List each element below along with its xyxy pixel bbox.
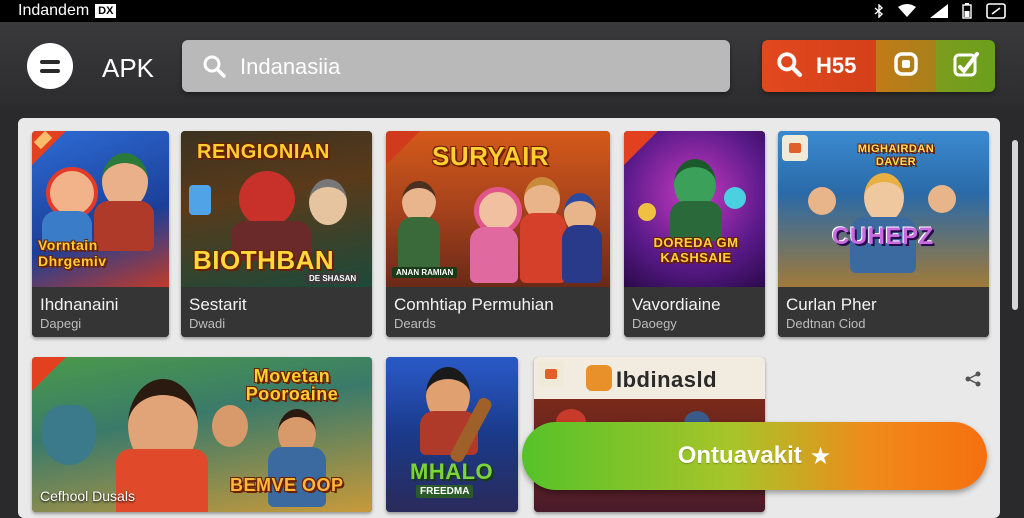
bluetooth-icon bbox=[874, 3, 884, 23]
scrollbar[interactable] bbox=[1012, 140, 1018, 310]
hot-ribbon bbox=[386, 131, 420, 165]
search-value: Indanasiia bbox=[240, 54, 341, 79]
hot-ribbon bbox=[32, 357, 66, 391]
card-title: Vavordiaine bbox=[632, 295, 721, 314]
status-bar: Indandem DX bbox=[0, 0, 1024, 22]
square-button[interactable] bbox=[876, 40, 936, 92]
game-art-title: BIOTHBAN bbox=[193, 245, 335, 275]
game-art-title: Ibdinasld bbox=[616, 367, 718, 392]
edit-check-button[interactable] bbox=[936, 40, 995, 92]
hamburger-icon[interactable] bbox=[27, 43, 73, 89]
download-button[interactable]: Ontuavakit ★ bbox=[522, 422, 987, 490]
game-art-subbanner: DE SHASAN bbox=[305, 273, 361, 284]
search-input[interactable]: Indanasiia bbox=[182, 40, 730, 92]
card-meta: Sestarit Dwadi bbox=[181, 287, 372, 337]
status-badge: DX bbox=[95, 4, 117, 18]
game-art-subbanner: ANAN RAMIAN bbox=[392, 267, 458, 278]
screen-icon bbox=[986, 3, 1006, 24]
hot-ribbon bbox=[624, 131, 658, 165]
game-card[interactable]: RENGIONIAN BIOTHBAN DE SHASAN Sestarit D… bbox=[181, 131, 372, 337]
battery-icon bbox=[962, 3, 972, 24]
card-subtitle: Dedtnan Ciod bbox=[786, 316, 866, 331]
status-left-text: Indandem bbox=[18, 2, 90, 19]
search-icon bbox=[202, 54, 226, 83]
game-card[interactable]: MHALO FREEDMA bbox=[386, 357, 518, 512]
card-caption: Cefhool Dusals bbox=[40, 488, 135, 504]
search-count: H55 bbox=[816, 53, 857, 78]
card-subtitle: Dapegi bbox=[40, 316, 82, 331]
card-meta: Comhtiap Permuhian Deards bbox=[386, 287, 610, 337]
square-icon bbox=[893, 51, 919, 82]
game-art-title: CUHEPZ bbox=[832, 223, 934, 250]
game-art-title: MHALO bbox=[410, 459, 494, 484]
card-subtitle: Deards bbox=[394, 316, 436, 331]
app-badge-icon bbox=[538, 361, 564, 387]
card-meta: Curlan Pher Dedtnan Ciod bbox=[778, 287, 989, 337]
game-art-top-title: MIGHAIRDAN DAVER bbox=[857, 143, 935, 168]
card-title: Curlan Pher bbox=[786, 295, 877, 314]
card-title: Ihdnanaini bbox=[40, 295, 119, 314]
card-subtitle: Daoegy bbox=[632, 316, 677, 331]
app-title: APK bbox=[102, 53, 155, 83]
card-subtitle: Dwadi bbox=[189, 316, 226, 331]
game-card[interactable]: SURYAIR ANAN RAMIAN Comhtiap Permuhian D… bbox=[386, 131, 610, 337]
game-art-top-title: RENGIONIAN bbox=[197, 141, 330, 163]
game-card[interactable]: Vorntain Dhrgemiv Ihdnanaini Dapegi bbox=[32, 131, 169, 337]
signal-icon bbox=[930, 4, 948, 23]
game-art-title: DOREDA GM KASHSAIE bbox=[653, 235, 739, 265]
edit-check-icon bbox=[952, 50, 980, 83]
share-icon[interactable] bbox=[964, 370, 982, 393]
game-art-title: SURYAIR bbox=[432, 141, 550, 171]
game-art-title: Movetan Pooroaine bbox=[245, 366, 339, 404]
card-meta: Vavordiaine Daoegy bbox=[624, 287, 765, 337]
app-bar: APK Indanasiia H55 bbox=[0, 22, 1024, 108]
card-meta: Ihdnanaini Dapegi bbox=[32, 287, 169, 337]
card-title: Sestarit bbox=[189, 295, 247, 314]
download-button-label: Ontuavakit bbox=[677, 442, 802, 469]
game-card[interactable]: DOREDA GM KASHSAIE Vavordiaine Daoegy bbox=[624, 131, 765, 337]
card-title: Comhtiap Permuhian bbox=[394, 295, 554, 314]
star-icon: ★ bbox=[809, 442, 832, 470]
wifi-icon bbox=[898, 4, 916, 23]
search-icon bbox=[776, 51, 802, 82]
action-group: H55 bbox=[762, 40, 995, 92]
game-card[interactable]: MIGHAIRDAN DAVER CUHEPZ Curlan Pher Dedt… bbox=[778, 131, 989, 337]
app-badge-icon bbox=[782, 135, 808, 161]
game-art-title: Vorntain Dhrgemiv bbox=[38, 237, 107, 269]
game-art-subbanner: BEMVE OOP bbox=[230, 475, 344, 495]
game-art-subbanner: FREEDMA bbox=[416, 485, 474, 498]
search-count-button[interactable]: H55 bbox=[762, 40, 876, 92]
